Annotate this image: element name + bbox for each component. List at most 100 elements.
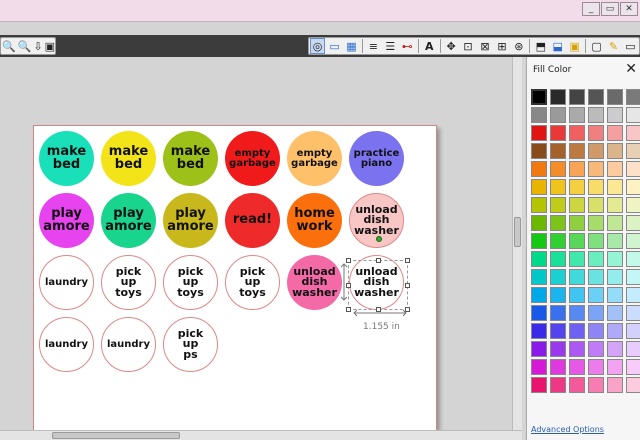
- sticker-circle[interactable]: unload dish washer: [287, 255, 342, 310]
- color-swatch[interactable]: [531, 269, 547, 285]
- color-swatch[interactable]: [569, 197, 585, 213]
- shape-icon[interactable]: ▭: [623, 38, 638, 54]
- sticker-circle[interactable]: pick up toys: [225, 255, 280, 310]
- color-swatch[interactable]: [607, 269, 623, 285]
- color-swatch[interactable]: [626, 251, 640, 267]
- selection-box[interactable]: [346, 258, 410, 312]
- minimize-button[interactable]: _: [582, 2, 600, 16]
- color-swatch[interactable]: [569, 179, 585, 195]
- resize-handle[interactable]: [405, 283, 410, 288]
- sticker-circle[interactable]: make bed: [163, 131, 218, 186]
- sticker-circle[interactable]: pick up toys: [163, 255, 218, 310]
- close-icon[interactable]: ✕: [625, 61, 637, 77]
- color-swatch[interactable]: [626, 269, 640, 285]
- color-swatch[interactable]: [550, 269, 566, 285]
- zoom-out-icon[interactable]: 🔍: [18, 38, 32, 54]
- sticker-circle[interactable]: pick up ps: [163, 317, 218, 372]
- color-swatch[interactable]: [550, 215, 566, 231]
- horizontal-scroll-thumb[interactable]: [52, 432, 180, 439]
- color-swatch[interactable]: [569, 377, 585, 393]
- sticker-circle[interactable]: home work: [287, 193, 342, 248]
- color-swatch[interactable]: [531, 197, 547, 213]
- color-swatch[interactable]: [626, 287, 640, 303]
- maximize-button[interactable]: ▭: [601, 2, 619, 16]
- color-swatch[interactable]: [607, 125, 623, 141]
- color-swatch[interactable]: [588, 323, 604, 339]
- sticker-circle[interactable]: play amore: [101, 193, 156, 248]
- color-swatch[interactable]: [607, 197, 623, 213]
- color-swatch[interactable]: [626, 359, 640, 375]
- fit-page-icon[interactable]: ▣: [45, 38, 55, 54]
- vertical-scroll-thumb[interactable]: [514, 217, 521, 247]
- color-swatch[interactable]: [607, 359, 623, 375]
- color-swatch[interactable]: [588, 251, 604, 267]
- text-icon[interactable]: A: [422, 38, 437, 54]
- color-swatch[interactable]: [588, 125, 604, 141]
- color-swatch[interactable]: [531, 233, 547, 249]
- color-swatch[interactable]: [550, 359, 566, 375]
- color-swatch[interactable]: [550, 197, 566, 213]
- color-swatch[interactable]: [626, 161, 640, 177]
- color-swatch[interactable]: [626, 233, 640, 249]
- sticker-circle[interactable]: play amore: [39, 193, 94, 248]
- line-style-icon[interactable]: ≡: [366, 38, 381, 54]
- color-swatch[interactable]: [531, 251, 547, 267]
- color-swatch[interactable]: [569, 125, 585, 141]
- color-swatch[interactable]: [626, 215, 640, 231]
- layer-icon[interactable]: ▣: [567, 38, 582, 54]
- color-swatch[interactable]: [531, 377, 547, 393]
- zoom-in-icon[interactable]: 🔍: [2, 38, 16, 54]
- color-swatch[interactable]: [626, 197, 640, 213]
- sticker-circle[interactable]: empty garbage: [287, 131, 342, 186]
- group-icon[interactable]: ⊞: [494, 38, 509, 54]
- color-swatch[interactable]: [550, 287, 566, 303]
- close-button[interactable]: ✕: [620, 2, 638, 16]
- color-swatch[interactable]: [531, 359, 547, 375]
- color-swatch[interactable]: [607, 215, 623, 231]
- color-swatch[interactable]: [550, 161, 566, 177]
- color-swatch[interactable]: [531, 107, 547, 123]
- color-swatch[interactable]: [588, 359, 604, 375]
- color-swatch[interactable]: [550, 125, 566, 141]
- color-swatch[interactable]: [607, 377, 623, 393]
- color-swatch[interactable]: [550, 305, 566, 321]
- color-swatch[interactable]: [569, 161, 585, 177]
- resize-handle[interactable]: [346, 307, 351, 312]
- color-swatch[interactable]: [569, 287, 585, 303]
- sticker-circle[interactable]: read!: [225, 193, 280, 248]
- vertical-scrollbar[interactable]: [512, 57, 522, 437]
- color-swatch[interactable]: [626, 125, 640, 141]
- color-swatch[interactable]: [550, 89, 566, 105]
- color-swatch[interactable]: [607, 323, 623, 339]
- sticker-circle[interactable]: practice piano: [349, 131, 404, 186]
- color-swatch[interactable]: [588, 287, 604, 303]
- color-swatch[interactable]: [550, 233, 566, 249]
- color-swatch[interactable]: [588, 233, 604, 249]
- color-swatch[interactable]: [626, 341, 640, 357]
- sticker-circle[interactable]: laundry: [101, 317, 156, 372]
- color-swatch[interactable]: [607, 233, 623, 249]
- color-swatch[interactable]: [550, 107, 566, 123]
- color-swatch[interactable]: [626, 377, 640, 393]
- horizontal-scrollbar[interactable]: [0, 430, 522, 440]
- color-swatch[interactable]: [588, 197, 604, 213]
- color-swatch[interactable]: [588, 89, 604, 105]
- color-swatch[interactable]: [531, 341, 547, 357]
- sticker-circle[interactable]: pick up toys: [101, 255, 156, 310]
- color-swatch[interactable]: [569, 269, 585, 285]
- color-swatch[interactable]: [607, 179, 623, 195]
- pencil-icon[interactable]: ✎: [606, 38, 621, 54]
- color-swatch[interactable]: [531, 215, 547, 231]
- canvas-area[interactable]: make bed make bed make bed empty garbage emp…: [0, 57, 516, 435]
- sticker-circle[interactable]: laundry: [39, 317, 94, 372]
- sticker-circle[interactable]: empty garbage: [225, 131, 280, 186]
- color-swatch[interactable]: [550, 251, 566, 267]
- color-swatch[interactable]: [569, 215, 585, 231]
- rotation-handle[interactable]: [376, 236, 382, 242]
- color-swatch[interactable]: [607, 251, 623, 267]
- sticker-circle[interactable]: make bed: [39, 131, 94, 186]
- color-swatch[interactable]: [531, 287, 547, 303]
- color-swatch[interactable]: [626, 305, 640, 321]
- pattern-fill-icon[interactable]: ▦: [344, 38, 359, 54]
- rotate-icon[interactable]: ⊛: [511, 38, 526, 54]
